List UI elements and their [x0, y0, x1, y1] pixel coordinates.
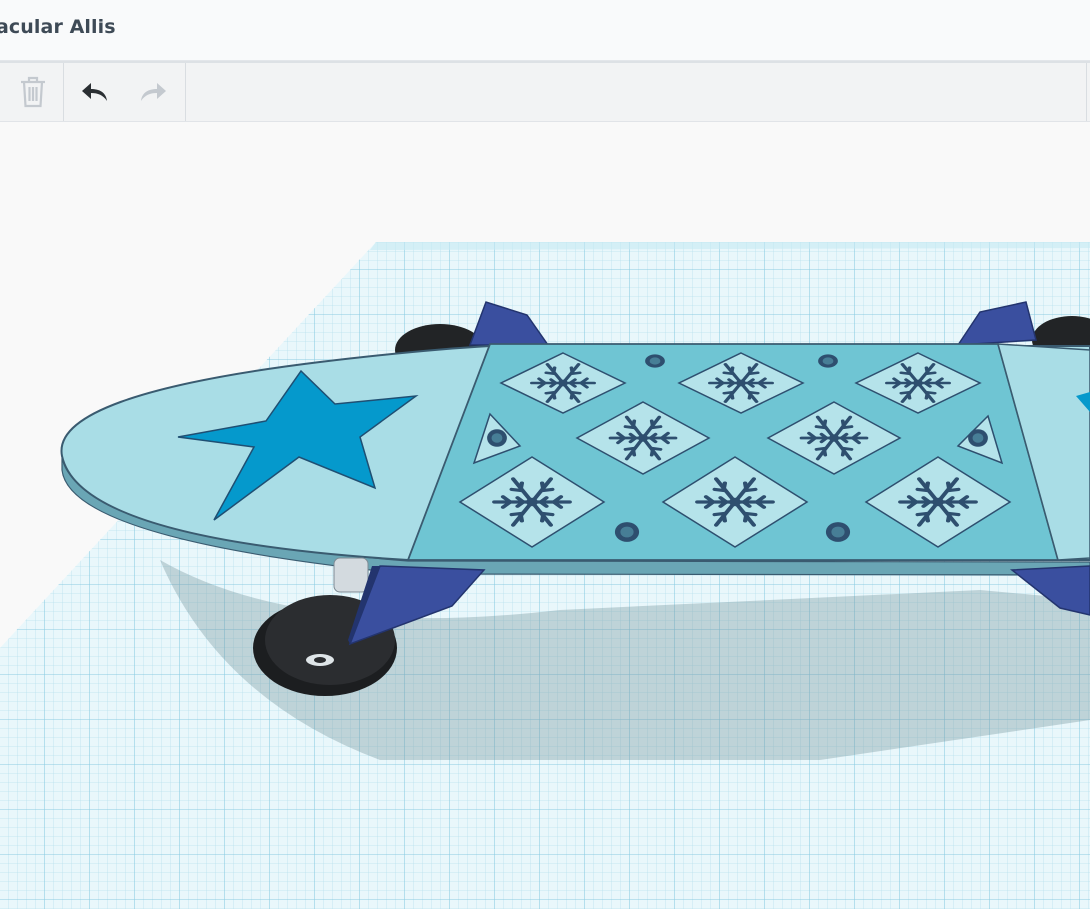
toolbar-divider — [63, 63, 64, 121]
toolbar-divider — [185, 63, 186, 121]
axle — [333, 557, 369, 593]
delete-button[interactable] — [12, 71, 54, 113]
trash-icon — [21, 76, 45, 108]
toolbar — [0, 61, 1090, 122]
redo-button[interactable] — [132, 71, 174, 113]
workplane-viewport[interactable] — [0, 120, 1090, 909]
redo-icon — [141, 83, 166, 101]
undo-icon — [82, 83, 107, 101]
project-title[interactable]: acular Allis — [0, 16, 116, 38]
title-bar: acular Allis — [0, 0, 1090, 61]
toolbar-divider — [1086, 63, 1087, 121]
undo-button[interactable] — [74, 71, 116, 113]
